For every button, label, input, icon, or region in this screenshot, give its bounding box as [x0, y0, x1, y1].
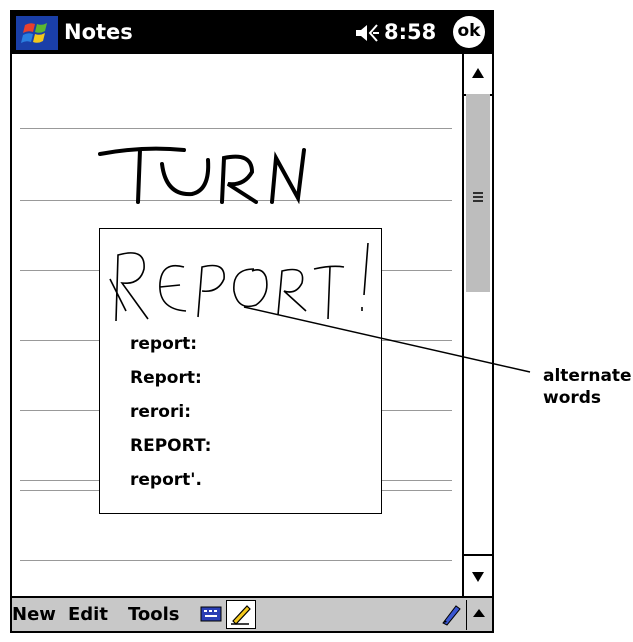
device-screen: Notes 8:58 ok report: Report: rerori: RE…	[10, 10, 494, 633]
command-bar: New Edit Tools	[12, 596, 492, 631]
alternates-popup: report: Report: rerori: REPORT: report'.	[99, 228, 382, 514]
alternate-word-option[interactable]: report'.	[130, 469, 202, 491]
scroll-grip-icon	[473, 192, 483, 202]
clock[interactable]: 8:58	[384, 18, 436, 46]
menu-new[interactable]: New	[12, 603, 56, 627]
ruled-line	[20, 560, 452, 561]
vertical-scrollbar[interactable]	[462, 54, 492, 596]
alternate-word-option[interactable]: report:	[130, 333, 197, 355]
speaker-icon[interactable]	[354, 22, 380, 44]
note-canvas[interactable]: report: Report: rerori: REPORT: report'.	[12, 54, 462, 596]
scroll-down-button[interactable]	[464, 554, 492, 596]
menu-tools[interactable]: Tools	[128, 603, 180, 627]
pen-icon[interactable]	[440, 602, 462, 626]
ruled-line	[20, 128, 452, 129]
callout-line1: alternate	[543, 366, 632, 386]
scroll-thumb[interactable]	[466, 94, 490, 292]
callout-label: alternate words	[543, 365, 632, 409]
callout-line2: words	[543, 388, 602, 408]
scroll-up-button[interactable]	[464, 54, 492, 96]
separator	[466, 600, 467, 630]
ink-word	[109, 242, 369, 322]
app-title: Notes	[64, 20, 133, 44]
windows-start-icon[interactable]	[16, 16, 58, 50]
input-panel-arrow-icon[interactable]	[470, 604, 488, 624]
scroll-down-icon	[472, 572, 484, 582]
ink-header	[98, 146, 306, 204]
ok-button[interactable]: ok	[453, 16, 485, 48]
alternate-word-option[interactable]: rerori:	[130, 401, 191, 423]
scroll-up-icon	[472, 68, 484, 78]
alternate-word-option[interactable]: REPORT:	[130, 435, 211, 457]
pen-mode-button[interactable]	[226, 600, 256, 629]
pen-icon	[231, 605, 251, 625]
menu-edit[interactable]: Edit	[68, 603, 108, 627]
title-bar: Notes 8:58 ok	[12, 12, 492, 54]
keyboard-icon[interactable]	[200, 605, 222, 623]
alternate-word-option[interactable]: Report:	[130, 367, 202, 389]
